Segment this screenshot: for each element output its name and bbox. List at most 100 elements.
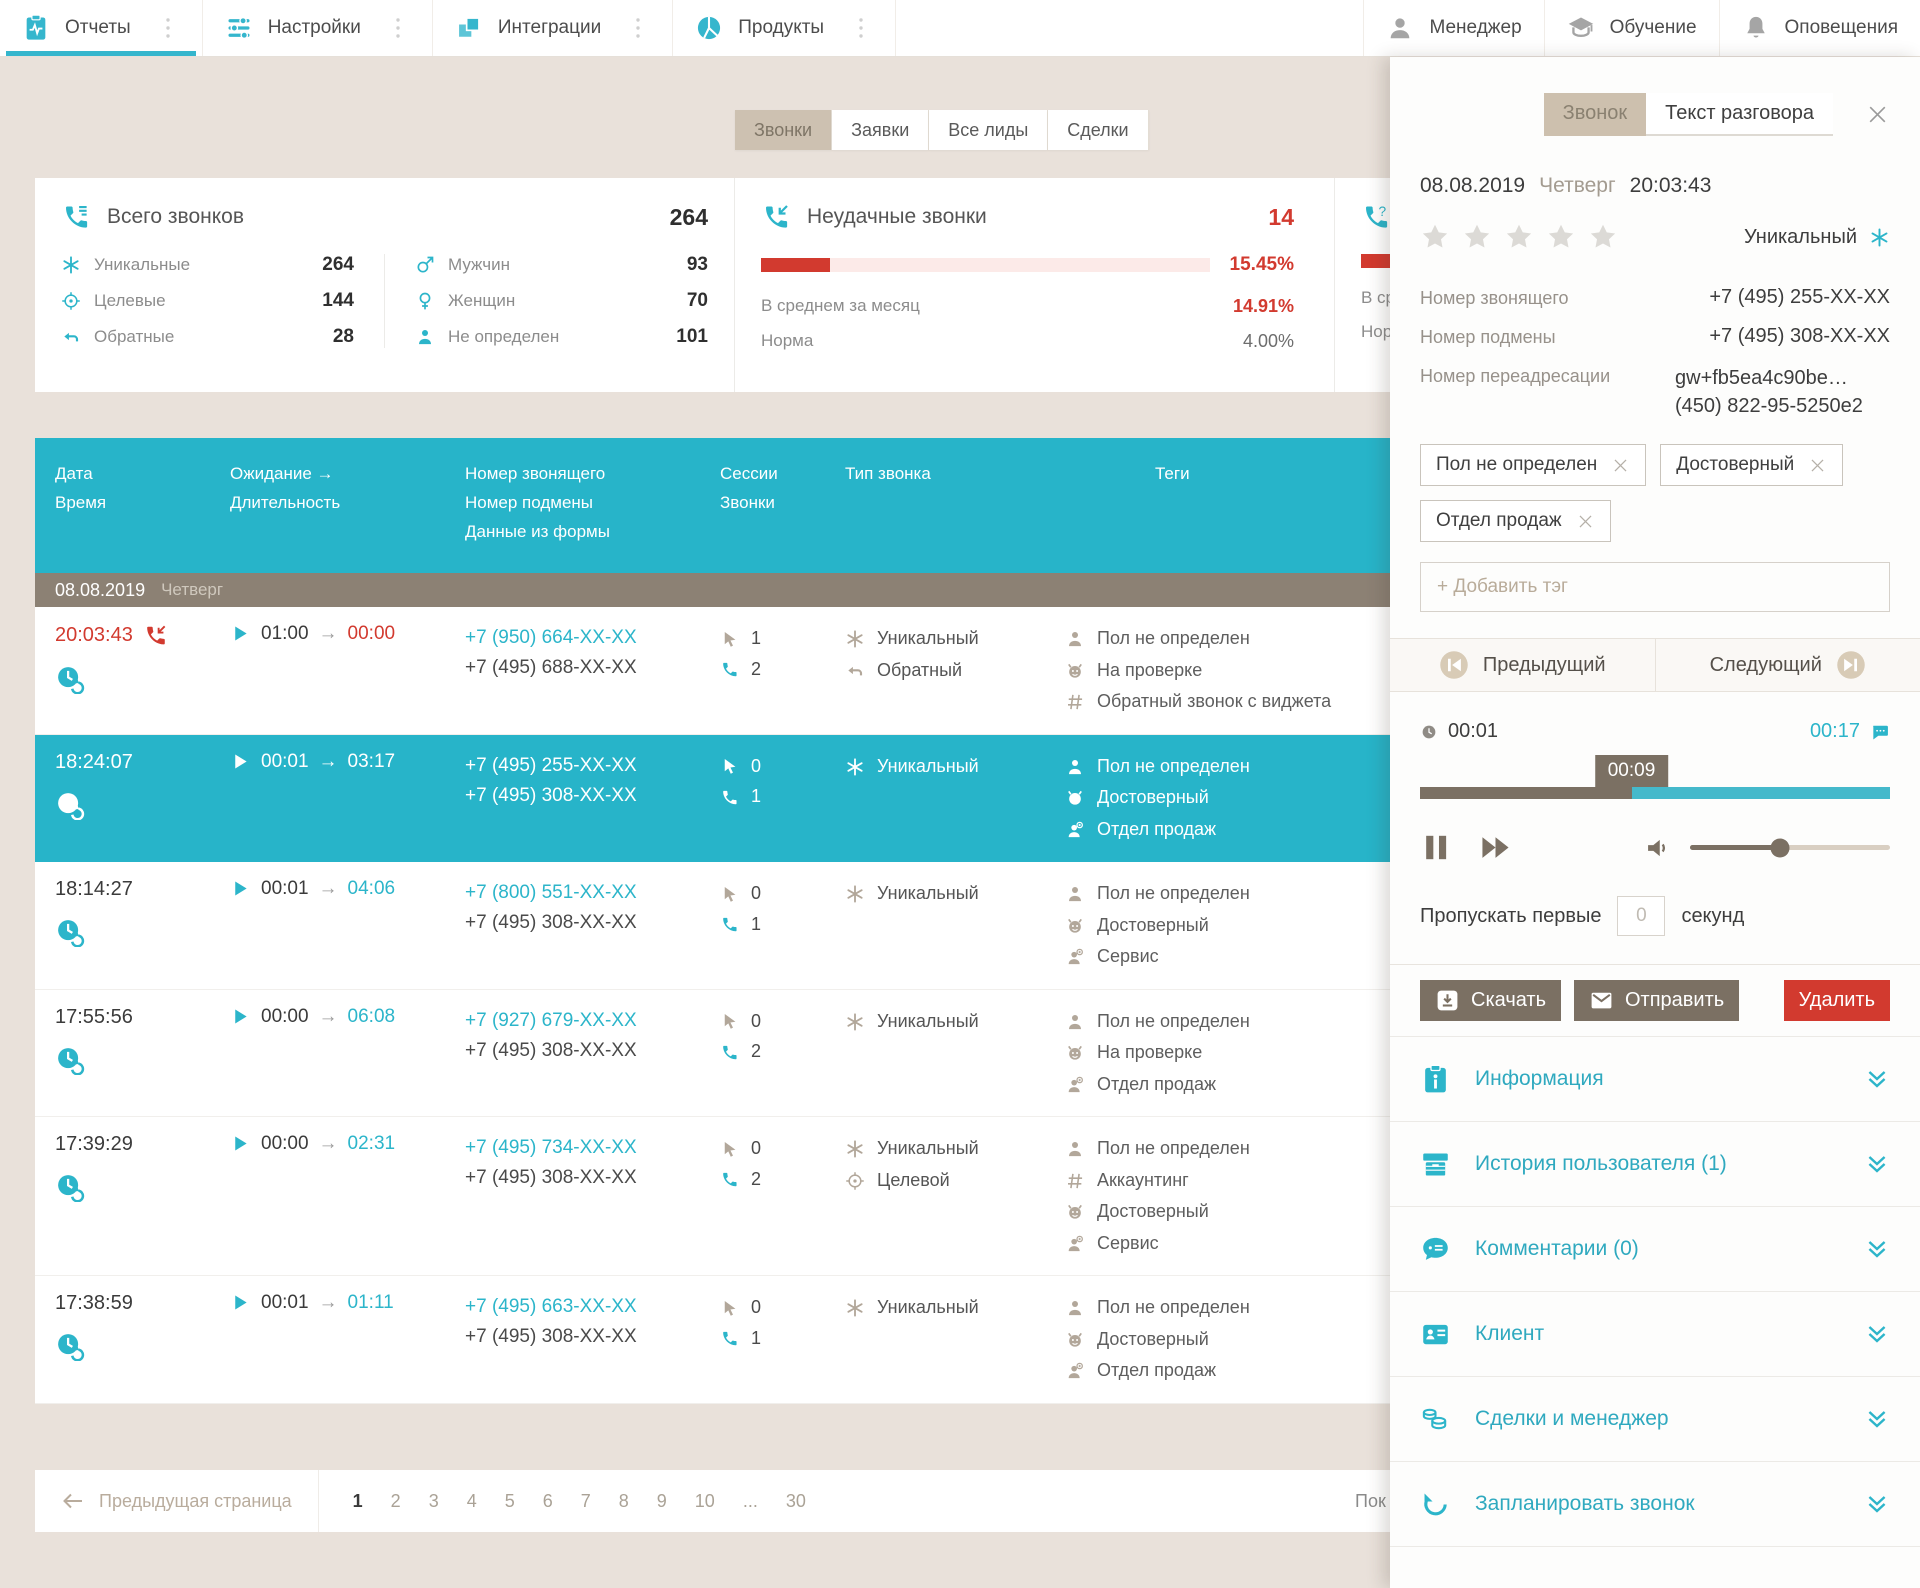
page-link[interactable]: 30 bbox=[786, 1491, 806, 1512]
play-icon[interactable] bbox=[230, 751, 251, 773]
tag: Обратный звонок с виджета bbox=[1065, 686, 1390, 718]
table-row[interactable]: 18:24:07 00:01 → 03:17 +7 (495) 255-XX-X… bbox=[35, 735, 1390, 863]
caller-number[interactable]: +7 (495) 255-XX-XX bbox=[465, 751, 720, 781]
send-button[interactable]: Отправить bbox=[1574, 980, 1739, 1021]
bot-icon bbox=[1065, 661, 1085, 681]
bot-icon bbox=[1065, 1202, 1085, 1222]
nav-item-settings[interactable]: Настройки bbox=[203, 0, 433, 56]
col-header-wait-duration[interactable]: Ожидание →Длительность bbox=[230, 460, 465, 551]
fast-forward-button[interactable] bbox=[1479, 831, 1512, 864]
arrow: → bbox=[319, 1292, 338, 1314]
table-row[interactable]: 20:03:43 01:00 → 00:00 +7 (950) 664-XX-X… bbox=[35, 607, 1390, 735]
table-row[interactable]: 18:14:27 00:01 → 04:06 +7 (800) 551-XX-X… bbox=[35, 862, 1390, 990]
lead-tab[interactable]: Все лиды bbox=[929, 110, 1048, 150]
lead-tab[interactable]: Звонки bbox=[735, 110, 832, 150]
phone-icon bbox=[720, 781, 739, 812]
download-button[interactable]: Скачать bbox=[1420, 980, 1561, 1021]
add-tag-input[interactable] bbox=[1420, 562, 1890, 612]
table-row[interactable]: 17:55:56 00:00 → 06:08 +7 (927) 679-XX-X… bbox=[35, 990, 1390, 1118]
page-link[interactable]: 2 bbox=[391, 1491, 401, 1512]
col-header-sessions[interactable]: СессииЗвонки bbox=[720, 460, 845, 551]
lead-tab[interactable]: Сделки bbox=[1048, 110, 1148, 150]
page-link[interactable]: 4 bbox=[467, 1491, 477, 1512]
rating-stars[interactable] bbox=[1420, 222, 1618, 252]
panel-section[interactable]: История пользователя (1) bbox=[1390, 1122, 1920, 1207]
play-icon[interactable] bbox=[230, 878, 251, 900]
hash-icon bbox=[1065, 692, 1085, 712]
tag-chip[interactable]: Достоверный bbox=[1660, 444, 1843, 486]
caller-number[interactable]: +7 (950) 664-XX-XX bbox=[465, 623, 720, 653]
seek-bar[interactable] bbox=[1420, 787, 1890, 799]
panel-section[interactable]: Клиент bbox=[1390, 1292, 1920, 1377]
tab-call[interactable]: Звонок bbox=[1544, 93, 1647, 136]
col-header-call-type[interactable]: Тип звонка bbox=[845, 460, 1065, 551]
pause-button[interactable] bbox=[1420, 831, 1453, 864]
redial-clock-icon[interactable] bbox=[55, 1045, 85, 1075]
nav-item-alerts[interactable]: Оповещения bbox=[1719, 0, 1920, 56]
tab-transcript[interactable]: Текст разговора bbox=[1646, 93, 1833, 136]
redial-clock-icon[interactable] bbox=[55, 1331, 85, 1361]
play-icon[interactable] bbox=[230, 1292, 251, 1314]
kebab-menu-icon[interactable] bbox=[849, 16, 873, 40]
prev-page-button[interactable]: Предыдущая страница bbox=[35, 1470, 319, 1532]
nav-item-products[interactable]: Продукты bbox=[673, 0, 896, 56]
kebab-menu-icon[interactable] bbox=[156, 16, 180, 40]
page-link[interactable]: 6 bbox=[543, 1491, 553, 1512]
nav-item-training[interactable]: Обучение bbox=[1544, 0, 1719, 56]
panel-section[interactable]: Сделки и менеджер bbox=[1390, 1377, 1920, 1462]
panel-section[interactable]: Комментарии (0) bbox=[1390, 1207, 1920, 1292]
redial-clock-icon[interactable] bbox=[55, 1172, 85, 1202]
skip-seconds-input[interactable] bbox=[1617, 896, 1665, 936]
delete-button[interactable]: Удалить bbox=[1784, 980, 1890, 1021]
volume-slider[interactable] bbox=[1690, 845, 1890, 850]
kebab-menu-icon[interactable] bbox=[626, 16, 650, 40]
col-header-date[interactable]: ДатаВремя bbox=[55, 460, 230, 551]
kebab-menu-icon[interactable] bbox=[386, 16, 410, 40]
tag-chip[interactable]: Отдел продаж bbox=[1420, 500, 1611, 542]
volume-icon[interactable] bbox=[1644, 834, 1672, 862]
next-call-button[interactable]: Следующий bbox=[1655, 639, 1920, 691]
panel-section[interactable]: Запланировать звонок bbox=[1390, 1462, 1920, 1547]
caller-number[interactable]: +7 (495) 734-XX-XX bbox=[465, 1133, 720, 1163]
play-icon[interactable] bbox=[230, 623, 251, 645]
redo-icon bbox=[1420, 1489, 1451, 1520]
play-icon[interactable] bbox=[230, 1133, 251, 1155]
calls-breakdown-col1: Уникальные 264 Целевые 144 Обратные 28 bbox=[61, 254, 354, 348]
page-link[interactable]: 9 bbox=[657, 1491, 667, 1512]
remove-tag-icon[interactable] bbox=[1576, 512, 1595, 531]
page-link[interactable]: 8 bbox=[619, 1491, 629, 1512]
separator-date: 08.08.2019 bbox=[55, 580, 145, 601]
page-link[interactable]: ... bbox=[743, 1491, 758, 1512]
page-link[interactable]: 5 bbox=[505, 1491, 515, 1512]
remove-tag-icon[interactable] bbox=[1808, 456, 1827, 475]
play-icon[interactable] bbox=[230, 1006, 251, 1028]
previous-call-button[interactable]: Предыдущий bbox=[1390, 639, 1655, 691]
table-row[interactable]: 17:39:29 00:00 → 02:31 +7 (495) 734-XX-X… bbox=[35, 1117, 1390, 1276]
volume-thumb[interactable] bbox=[1771, 838, 1790, 857]
close-icon[interactable] bbox=[1865, 102, 1890, 127]
col-header-numbers[interactable]: Номер звонящегоНомер подменыДанные из фо… bbox=[465, 460, 720, 551]
page-link[interactable]: 10 bbox=[695, 1491, 715, 1512]
nav-item-manager[interactable]: Менеджер bbox=[1363, 0, 1543, 56]
caller-number[interactable]: +7 (800) 551-XX-XX bbox=[465, 878, 720, 908]
redial-clock-icon[interactable] bbox=[55, 790, 85, 820]
caller-number[interactable]: +7 (495) 663-XX-XX bbox=[465, 1292, 720, 1322]
tag-chip[interactable]: Пол не определен bbox=[1420, 444, 1646, 486]
per-page-label-clipped[interactable]: Пок bbox=[1355, 1491, 1386, 1512]
nav-item-reports[interactable]: Отчеты bbox=[0, 0, 203, 56]
nav-item-integrations[interactable]: Интеграции bbox=[433, 0, 673, 56]
caller-number[interactable]: +7 (927) 679-XX-XX bbox=[465, 1006, 720, 1036]
lead-tab[interactable]: Заявки bbox=[832, 110, 929, 150]
table-row[interactable]: 17:38:59 00:01 → 01:11 +7 (495) 663-XX-X… bbox=[35, 1276, 1390, 1404]
page-link[interactable]: 7 bbox=[581, 1491, 591, 1512]
bell-icon bbox=[1742, 14, 1770, 42]
col-header-tags[interactable]: Теги bbox=[1065, 460, 1390, 551]
asterisk-icon bbox=[845, 1012, 865, 1032]
redial-clock-icon[interactable] bbox=[55, 664, 85, 694]
redial-clock-icon[interactable] bbox=[55, 917, 85, 947]
page-link[interactable]: 3 bbox=[429, 1491, 439, 1512]
cursor-icon bbox=[720, 623, 739, 654]
remove-tag-icon[interactable] bbox=[1611, 456, 1630, 475]
page-link[interactable]: 1 bbox=[353, 1491, 363, 1512]
panel-section[interactable]: Информация bbox=[1390, 1037, 1920, 1122]
